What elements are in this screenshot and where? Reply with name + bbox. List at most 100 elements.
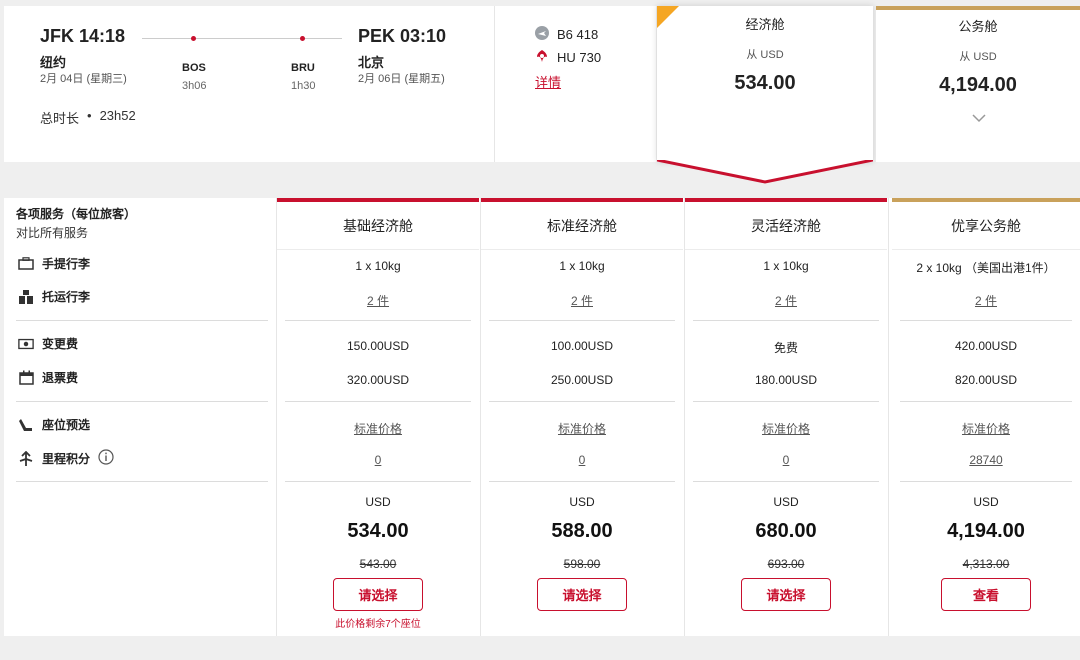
- seat-price-link[interactable]: 标准价格: [962, 422, 1010, 436]
- divider: [16, 481, 268, 482]
- change-fee-value: 420.00USD: [954, 339, 1018, 353]
- stop-dot-1: [191, 36, 196, 41]
- business-price: 4,194.00: [939, 74, 1017, 96]
- fare-column-basic-economy: 基础经济舱 1 x 10kg 2 件 150.00USD 320.00USD 标准价格 0 U…: [277, 198, 479, 636]
- details-link[interactable]: 详情: [535, 72, 561, 91]
- divider: [900, 481, 1072, 482]
- total-duration-bullet: •: [87, 108, 92, 123]
- change-fee-value: 150.00USD: [346, 339, 410, 353]
- carriers-panel: B6 418 HU 730 详情: [494, 6, 656, 162]
- divider: [285, 481, 471, 482]
- miles-link[interactable]: 28740: [969, 453, 1002, 467]
- change-fee-icon: [18, 337, 34, 351]
- economy-price: 534.00: [734, 72, 796, 94]
- carrier-row-1: B6 418: [535, 26, 598, 43]
- selected-cabin-arrow-icon: [657, 160, 873, 184]
- row-seat-label: 座位预选: [42, 418, 91, 432]
- fare-comparison-grid: 各项服务（每位旅客） 对比所有服务 手提行李 托运行李 变更费 退票费 座位预选…: [4, 198, 1080, 636]
- checked-bag-link[interactable]: 2 件: [975, 294, 997, 308]
- checked-bag-link[interactable]: 2 件: [775, 294, 797, 308]
- fare-name: 优享公务舱: [892, 202, 1080, 250]
- divider: [285, 320, 471, 321]
- origin-city: 纽约: [40, 55, 67, 70]
- row-seat: 座位预选: [18, 416, 90, 433]
- destination-code-time: PEK 03:10: [358, 26, 447, 46]
- total-duration-label: 总时长: [40, 111, 80, 126]
- select-fare-button[interactable]: 请选择: [333, 578, 423, 611]
- fare-name: 标准经济舱: [481, 202, 683, 250]
- divider: [16, 401, 268, 402]
- seat-icon: [18, 418, 34, 432]
- refund-fee-value: 180.00USD: [754, 373, 818, 387]
- origin-code-time: JFK 14:18: [40, 26, 126, 46]
- seat-price-link[interactable]: 标准价格: [558, 422, 606, 436]
- price-currency: USD: [365, 495, 391, 509]
- row-carry-on: 手提行李: [18, 255, 90, 272]
- stop-2-code: BRU: [291, 62, 315, 74]
- select-fare-button[interactable]: 请选择: [537, 578, 627, 611]
- select-fare-button[interactable]: 请选择: [741, 578, 831, 611]
- flight-summary-card: JFK 14:18 纽约 2月 04日 (星期三) BOS 3h06 BRU 1…: [4, 6, 494, 162]
- divider: [480, 198, 481, 636]
- refund-fee-value: 250.00USD: [550, 373, 614, 387]
- price-currency: USD: [569, 495, 595, 509]
- total-duration: 总时长 • 23h52: [40, 108, 136, 127]
- checked-bag-icon: [18, 289, 34, 304]
- row-refund-fee: 退票费: [18, 369, 78, 386]
- route-line: [142, 38, 342, 39]
- divider: [693, 320, 879, 321]
- economy-cabin-header[interactable]: 经济舱 从 USD 534.00: [657, 6, 873, 162]
- carry-on-value: 1 x 10kg: [763, 259, 809, 273]
- refund-fee-icon: [18, 370, 34, 385]
- divider: [693, 481, 879, 482]
- row-miles-label: 里程积分: [42, 452, 91, 466]
- business-cabin-header[interactable]: 公务舱 从 USD 4,194.00: [876, 6, 1080, 162]
- chevron-down-icon[interactable]: [972, 114, 986, 123]
- seat-price-link[interactable]: 标准价格: [354, 422, 402, 436]
- divider: [900, 320, 1072, 321]
- fare-price: 534.00: [347, 520, 409, 542]
- fare-column-flex-economy: 灵活经济舱 1 x 10kg 2 件免费 180.00USD 标准价格 0 USD 680.0…: [685, 198, 887, 636]
- miles-link[interactable]: 0: [375, 453, 382, 467]
- business-title: 公务舱: [958, 19, 998, 34]
- fare-price: 588.00: [551, 520, 613, 542]
- price-currency: USD: [973, 495, 999, 509]
- info-icon[interactable]: [98, 449, 114, 468]
- row-checked-bag: 托运行李: [18, 288, 90, 305]
- miles-link[interactable]: 0: [783, 453, 790, 467]
- divider: [888, 198, 889, 636]
- original-price: 693.00: [767, 557, 805, 571]
- services-title: 各项服务（每位旅客）: [16, 207, 137, 221]
- row-change-fee-label: 变更费: [42, 337, 79, 351]
- business-from: 从 USD: [959, 51, 997, 63]
- divider: [900, 401, 1072, 402]
- destination-city: 北京: [358, 55, 385, 70]
- seat-price-link[interactable]: 标准价格: [762, 422, 810, 436]
- carry-on-value: 1 x 10kg: [559, 259, 605, 273]
- fare-column-premium-business: 优享公务舱 2 x 10kg （美国出港1件） 2 件 420.00USD 820.00…: [892, 198, 1080, 636]
- change-fee-value: 免费: [773, 341, 798, 355]
- refund-fee-value: 320.00USD: [346, 373, 410, 387]
- economy-title: 经济舱: [745, 17, 785, 32]
- divider: [489, 401, 675, 402]
- refund-fee-value: 820.00USD: [954, 373, 1018, 387]
- compare-all-services[interactable]: 对比所有服务: [16, 224, 88, 241]
- select-fare-button[interactable]: 查看: [941, 578, 1031, 611]
- divider: [693, 401, 879, 402]
- original-price: 598.00: [563, 557, 601, 571]
- divider: [489, 320, 675, 321]
- checked-bag-link[interactable]: 2 件: [367, 294, 389, 308]
- miles-link[interactable]: 0: [579, 453, 586, 467]
- divider: [489, 481, 675, 482]
- fare-name: 基础经济舱: [277, 202, 479, 250]
- fare-column-standard-economy: 标准经济舱 1 x 10kg 2 件 100.00USD 250.00USD 标准价格 0 U…: [481, 198, 683, 636]
- divider: [276, 198, 277, 636]
- checked-bag-link[interactable]: 2 件: [571, 294, 593, 308]
- row-refund-fee-label: 退票费: [42, 371, 79, 385]
- stop-1-code: BOS: [182, 62, 206, 74]
- row-miles: 里程积分: [18, 449, 114, 468]
- original-price: 4,313.00: [962, 557, 1010, 571]
- divider: [16, 320, 268, 321]
- fare-name: 灵活经济舱: [685, 202, 887, 250]
- services-column: 各项服务（每位旅客） 对比所有服务 手提行李 托运行李 变更费 退票费 座位预选…: [4, 198, 276, 636]
